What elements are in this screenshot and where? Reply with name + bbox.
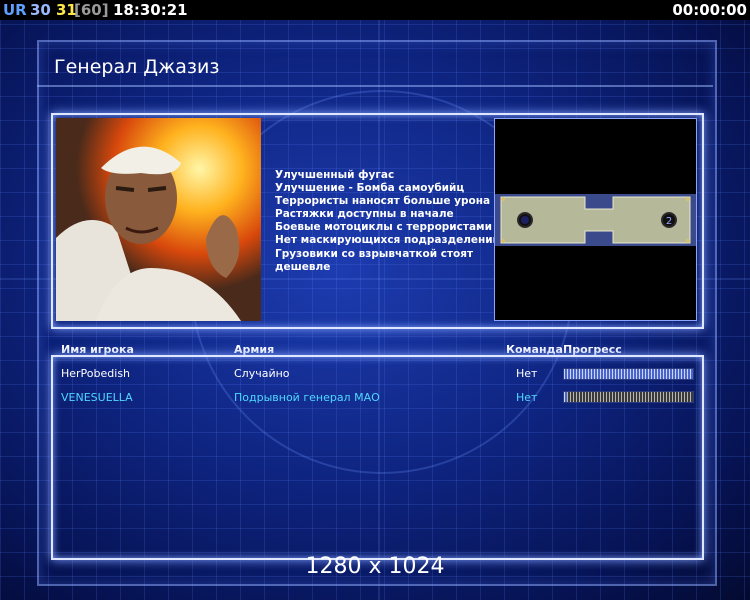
fps-cap: [60] bbox=[74, 1, 109, 19]
trait-item: Растяжки доступны в начале bbox=[275, 208, 454, 221]
progress-track-texture bbox=[564, 392, 693, 402]
player-name: VENESUELLA bbox=[61, 391, 133, 404]
title-divider bbox=[37, 85, 713, 87]
player-name: HerPobedish bbox=[61, 367, 131, 380]
trait-item: Террористы наносят больше урона bbox=[275, 195, 491, 208]
start-position-2[interactable]: 2 bbox=[661, 212, 677, 228]
progress-fill bbox=[564, 392, 567, 402]
ur-label: UR bbox=[3, 1, 27, 19]
map-preview: 2 bbox=[494, 118, 697, 321]
start-position-label: 2 bbox=[666, 216, 672, 227]
trait-item: Грузовики со взрывчаткой стоят bbox=[275, 247, 474, 260]
trait-item: Нет маскирующихся подразделений bbox=[275, 234, 500, 247]
trait-item: дешевле bbox=[275, 260, 331, 273]
start-position-1[interactable] bbox=[517, 212, 533, 228]
trait-item: Улучшенный фугас bbox=[275, 169, 395, 181]
general-title: Генерал Джазиз bbox=[54, 56, 220, 78]
player-progress-bar bbox=[563, 368, 694, 380]
resolution-label: 1280 x 1024 bbox=[305, 554, 445, 579]
system-clock: 18:30:21 bbox=[113, 1, 188, 19]
player-progress-bar bbox=[563, 391, 694, 403]
trait-item: Улучшение - Бомба самоубийц bbox=[275, 182, 465, 195]
player-team: Нет bbox=[516, 367, 538, 380]
general-traits-list: Улучшенный фугас Улучшение - Бомба самоу… bbox=[275, 169, 500, 274]
players-list-panel bbox=[51, 355, 704, 560]
player-team: Нет bbox=[516, 391, 538, 404]
player-army: Случайно bbox=[234, 367, 290, 380]
fps-current: 30 bbox=[30, 1, 51, 19]
progress-fill bbox=[564, 369, 693, 379]
status-bar: UR 30 31 [60] 18:30:21 00:00:00 bbox=[0, 0, 750, 20]
trait-item: Боевые мотоциклы с террористами bbox=[275, 221, 492, 234]
game-timer: 00:00:00 bbox=[672, 1, 747, 19]
player-army: Подрывной генерал МАО bbox=[234, 391, 380, 404]
general-portrait bbox=[56, 118, 261, 321]
